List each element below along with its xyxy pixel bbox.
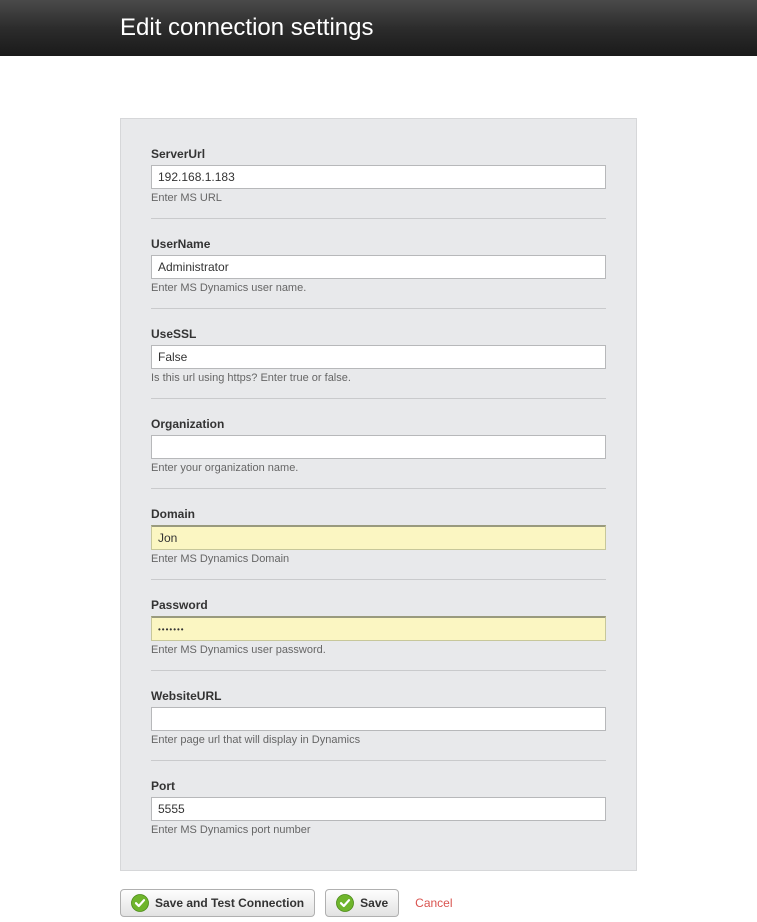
field-group-username: UserName Enter MS Dynamics user name.: [151, 219, 606, 309]
field-group-serverurl: ServerUrl Enter MS URL: [151, 129, 606, 219]
header-bar: Edit connection settings: [0, 0, 757, 56]
field-group-websiteurl: WebsiteURL Enter page url that will disp…: [151, 671, 606, 761]
serverurl-label: ServerUrl: [151, 147, 606, 161]
field-group-port: Port Enter MS Dynamics port number: [151, 761, 606, 850]
field-group-domain: Domain Enter MS Dynamics Domain: [151, 489, 606, 580]
domain-label: Domain: [151, 507, 606, 521]
domain-input[interactable]: [151, 525, 606, 550]
save-label: Save: [360, 896, 388, 910]
websiteurl-hint: Enter page url that will display in Dyna…: [151, 734, 606, 746]
username-input[interactable]: [151, 255, 606, 279]
field-group-organization: Organization Enter your organization nam…: [151, 399, 606, 489]
websiteurl-input[interactable]: [151, 707, 606, 731]
save-and-test-label: Save and Test Connection: [155, 896, 304, 910]
serverurl-input[interactable]: [151, 165, 606, 189]
password-label: Password: [151, 598, 606, 612]
usessl-label: UseSSL: [151, 327, 606, 341]
connection-settings-form: ServerUrl Enter MS URL UserName Enter MS…: [120, 118, 637, 871]
password-hint: Enter MS Dynamics user password.: [151, 644, 606, 656]
port-input[interactable]: [151, 797, 606, 821]
cancel-link[interactable]: Cancel: [415, 896, 452, 910]
page-title: Edit connection settings: [120, 14, 374, 42]
save-button[interactable]: Save: [325, 889, 399, 917]
username-label: UserName: [151, 237, 606, 251]
check-circle-icon: [336, 894, 354, 912]
websiteurl-label: WebsiteURL: [151, 689, 606, 703]
port-label: Port: [151, 779, 606, 793]
field-group-password: Password Enter MS Dynamics user password…: [151, 580, 606, 671]
organization-input[interactable]: [151, 435, 606, 459]
organization-hint: Enter your organization name.: [151, 462, 606, 474]
username-hint: Enter MS Dynamics user name.: [151, 282, 606, 294]
check-circle-icon: [131, 894, 149, 912]
usessl-hint: Is this url using https? Enter true or f…: [151, 372, 606, 384]
serverurl-hint: Enter MS URL: [151, 192, 606, 204]
port-hint: Enter MS Dynamics port number: [151, 824, 606, 836]
organization-label: Organization: [151, 417, 606, 431]
domain-hint: Enter MS Dynamics Domain: [151, 553, 606, 565]
field-group-usessl: UseSSL Is this url using https? Enter tr…: [151, 309, 606, 399]
actions-row: Save and Test Connection Save Cancel: [120, 889, 757, 917]
save-and-test-button[interactable]: Save and Test Connection: [120, 889, 315, 917]
usessl-input[interactable]: [151, 345, 606, 369]
password-input[interactable]: [151, 616, 606, 641]
